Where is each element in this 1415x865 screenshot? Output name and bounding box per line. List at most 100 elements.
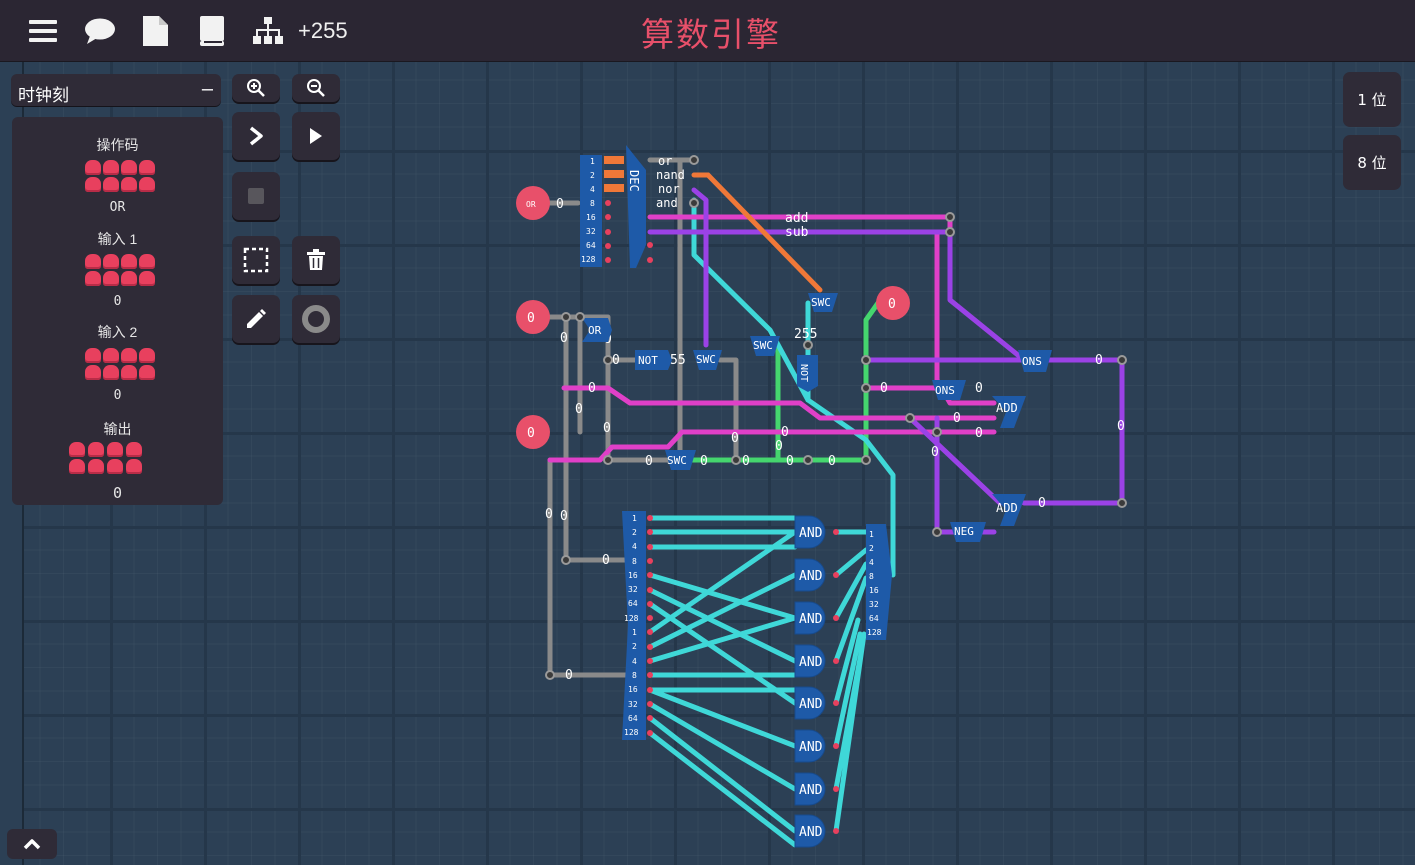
expand-button[interactable] xyxy=(7,829,57,859)
circle-tool-button[interactable] xyxy=(292,295,340,343)
svg-text:16: 16 xyxy=(869,586,879,595)
and-gate-8[interactable]: AND xyxy=(794,814,826,848)
ons-gate-1[interactable]: ONS xyxy=(1018,350,1052,372)
svg-text:4: 4 xyxy=(590,185,595,194)
switch-gate-3[interactable]: SWC xyxy=(808,293,838,312)
svg-text:1: 1 xyxy=(632,628,637,637)
input1-pins xyxy=(85,254,157,288)
svg-text:0: 0 xyxy=(1117,419,1125,434)
svg-text:2: 2 xyxy=(590,171,595,180)
svg-text:SWC: SWC xyxy=(667,454,687,467)
opcode-input[interactable]: OR xyxy=(516,186,550,220)
svg-text:0: 0 xyxy=(775,439,783,454)
svg-text:128: 128 xyxy=(624,614,639,623)
svg-text:128: 128 xyxy=(867,628,882,637)
svg-text:1: 1 xyxy=(869,530,874,539)
tick-selector[interactable]: 时钟刻 – xyxy=(11,74,221,106)
collapse-icon[interactable]: – xyxy=(202,78,213,101)
opcode-value: OR xyxy=(109,200,126,215)
svg-text:AND: AND xyxy=(799,825,823,840)
svg-text:0: 0 xyxy=(602,553,610,568)
stop-icon xyxy=(248,188,264,204)
input-1-node[interactable]: 0 xyxy=(516,300,550,334)
input-2-node[interactable]: 0 xyxy=(516,415,550,449)
and-gate-5[interactable]: AND xyxy=(794,686,826,720)
step-button[interactable] xyxy=(232,112,280,160)
svg-text:0: 0 xyxy=(1095,353,1103,368)
svg-text:0: 0 xyxy=(565,668,573,683)
decoder-component[interactable]: DEC 1 2 4 8 16 32 64 128 or nand nor and xyxy=(580,145,685,268)
svg-text:NOT: NOT xyxy=(638,354,658,367)
svg-text:64: 64 xyxy=(586,241,596,250)
svg-text:OR: OR xyxy=(588,324,602,337)
pencil-button[interactable] xyxy=(232,295,280,343)
svg-text:AND: AND xyxy=(799,740,823,755)
svg-text:0: 0 xyxy=(527,426,535,441)
delete-button[interactable] xyxy=(292,236,340,284)
svg-text:ADD: ADD xyxy=(996,401,1018,415)
and-gate-4[interactable]: AND xyxy=(794,644,826,678)
svg-text:AND: AND xyxy=(799,612,823,627)
svg-text:ONS: ONS xyxy=(1022,355,1042,368)
svg-text:sub: sub xyxy=(785,225,809,240)
output-merger[interactable]: 1 2 4 8 16 32 64 128 xyxy=(866,524,892,640)
svg-text:55: 55 xyxy=(670,353,686,368)
svg-text:NOT: NOT xyxy=(798,364,809,382)
neg-gate[interactable]: NEG xyxy=(950,522,986,542)
svg-text:and: and xyxy=(656,196,678,210)
or-gate[interactable]: OR xyxy=(582,318,612,342)
svg-text:DEC: DEC xyxy=(627,170,641,192)
svg-text:AND: AND xyxy=(799,526,823,541)
tick-label: 时钟刻 xyxy=(18,86,69,105)
svg-text:64: 64 xyxy=(628,599,638,608)
svg-text:128: 128 xyxy=(581,255,596,264)
run-button[interactable] xyxy=(292,112,340,160)
svg-text:0: 0 xyxy=(527,311,535,326)
and-gate-1[interactable]: AND xyxy=(794,515,826,549)
svg-text:NEG: NEG xyxy=(954,525,974,538)
not-gate-vertical[interactable]: NOT xyxy=(797,355,818,392)
switch-gate-4[interactable]: SWC xyxy=(665,450,696,470)
svg-text:or: or xyxy=(658,154,672,168)
bit-width-1-button[interactable]: 1 位 xyxy=(1343,72,1401,127)
svg-text:0: 0 xyxy=(603,421,611,436)
output-value: 0 xyxy=(112,484,123,502)
svg-text:2: 2 xyxy=(869,544,874,553)
svg-text:0: 0 xyxy=(975,381,983,396)
and-gate-2[interactable]: AND xyxy=(794,558,826,592)
switch-gate-1[interactable]: SWC xyxy=(693,350,722,370)
bit-width-8-button[interactable]: 8 位 xyxy=(1343,135,1401,190)
not-gate[interactable]: NOT xyxy=(635,350,672,370)
output-label: 输出 xyxy=(103,421,132,437)
svg-text:2: 2 xyxy=(632,528,637,537)
add-gate-2[interactable]: ADD xyxy=(992,494,1026,526)
ons-gate-2[interactable]: ONS xyxy=(932,380,966,400)
and-gate-6[interactable]: AND xyxy=(794,729,826,763)
zoom-in-button[interactable] xyxy=(232,74,280,102)
circle-icon xyxy=(302,305,330,333)
svg-text:32: 32 xyxy=(628,585,638,594)
zoom-out-button[interactable] xyxy=(292,74,340,102)
cyan-wires[interactable] xyxy=(647,197,896,848)
svg-text:add: add xyxy=(785,211,808,226)
and-gate-7[interactable]: AND xyxy=(794,772,826,806)
svg-text:AND: AND xyxy=(799,783,823,798)
svg-text:0: 0 xyxy=(953,411,961,426)
add-gate-1[interactable]: ADD xyxy=(992,396,1026,428)
input2-value: 0 xyxy=(113,388,122,403)
svg-text:0: 0 xyxy=(560,331,568,346)
svg-text:255: 255 xyxy=(794,327,817,342)
stop-button[interactable] xyxy=(232,172,280,220)
and-gate-3[interactable]: AND xyxy=(794,601,826,635)
svg-text:ONS: ONS xyxy=(935,384,955,397)
output-node[interactable]: 0 xyxy=(876,286,910,320)
pencil-icon xyxy=(247,309,266,328)
input-splitter[interactable]: 1 2 4 8 16 32 64 128 1 2 4 8 16 32 64 12… xyxy=(622,511,646,740)
green-wires[interactable] xyxy=(677,300,881,463)
svg-text:0: 0 xyxy=(888,297,896,312)
input1-label: 输入 1 xyxy=(97,231,138,247)
svg-text:0: 0 xyxy=(545,507,553,522)
svg-text:32: 32 xyxy=(869,600,879,609)
select-icon xyxy=(243,247,269,273)
select-button[interactable] xyxy=(232,236,280,284)
